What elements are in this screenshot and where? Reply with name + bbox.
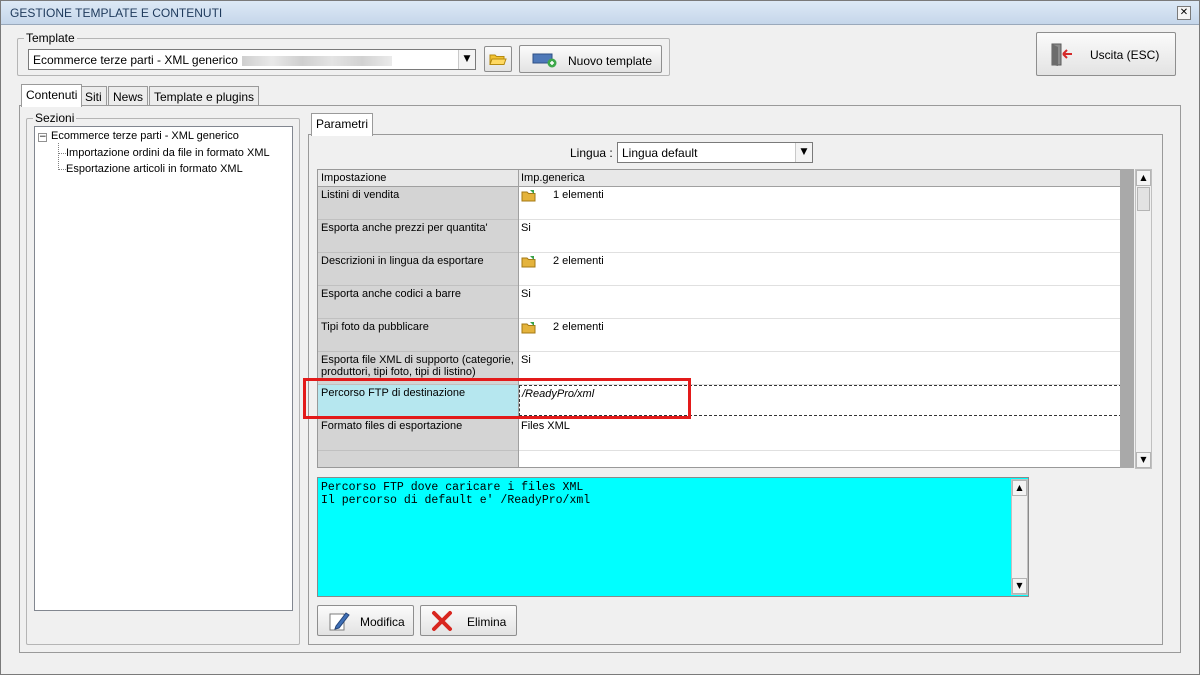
template-group-legend: Template — [24, 31, 77, 45]
grid-row-name[interactable]: Descrizioni in lingua da esportare — [318, 253, 518, 286]
sections-legend: Sezioni — [33, 111, 77, 125]
folder-icon — [521, 190, 536, 202]
delete-button[interactable]: Elimina — [420, 605, 517, 636]
chevron-down-icon[interactable]: ▼ — [458, 50, 475, 69]
grid-row-value[interactable]: Si — [519, 220, 1121, 253]
grid-row-name[interactable]: Esporta anche codici a barre — [318, 286, 518, 319]
grid-row-value[interactable]: 2 elementi — [519, 319, 1121, 352]
add-icon — [532, 53, 557, 68]
tab-template-plugins[interactable]: Template e plugins — [149, 86, 260, 106]
scroll-up-icon[interactable]: ▲ — [1136, 170, 1151, 186]
template-select-value: Ecommerce terze parti - XML generico — [33, 53, 238, 67]
description-line: Percorso FTP dove caricare i files XML — [321, 481, 584, 494]
settings-grid: Impostazione Imp.generica Listini di ven… — [317, 169, 1122, 468]
params-tabs: Parametri — [311, 113, 391, 136]
tree-item-import-orders[interactable]: Importazione ordini da file in formato X… — [66, 147, 270, 159]
exit-door-icon — [1051, 43, 1072, 66]
delete-label: Elimina — [467, 615, 507, 629]
edit-button[interactable]: Modifica — [317, 605, 414, 636]
grid-row-value[interactable]: 1 elementi — [519, 187, 1121, 220]
grid-right-band — [1120, 169, 1134, 468]
tab-siti[interactable]: Siti — [80, 86, 107, 106]
highlight-box — [303, 378, 691, 419]
title-bar: GESTIONE TEMPLATE E CONTENUTI ✕ — [1, 1, 1199, 25]
description-box[interactable]: Percorso FTP dove caricare i files XML I… — [317, 477, 1029, 597]
exit-label: Uscita (ESC) — [1090, 48, 1160, 62]
grid-row-empty — [318, 451, 518, 467]
folder-icon — [521, 322, 536, 334]
sections-tree[interactable]: − Ecommerce terze parti - XML generico I… — [34, 126, 293, 611]
tab-parametri[interactable]: Parametri — [311, 113, 374, 136]
folder-icon — [521, 256, 536, 268]
header-value: Imp.generica — [521, 172, 585, 184]
grid-row-name[interactable]: Esporta anche prezzi per quantita' — [318, 220, 518, 253]
close-icon: ✕ — [1179, 7, 1189, 18]
tab-contenuti[interactable]: Contenuti — [21, 84, 83, 107]
exit-button[interactable]: Uscita (ESC) — [1036, 32, 1176, 76]
chevron-down-icon[interactable]: ▼ — [795, 143, 812, 162]
redacted-text — [241, 55, 392, 66]
grid-row-value[interactable]: Files XML — [519, 418, 1121, 451]
column-divider — [518, 170, 519, 467]
open-folder-button[interactable] — [484, 46, 512, 72]
main-window: GESTIONE TEMPLATE E CONTENUTI ✕ Template… — [0, 0, 1200, 675]
new-template-button[interactable]: Nuovo template — [519, 45, 662, 73]
header-setting: Impostazione — [321, 172, 387, 184]
language-select[interactable]: Lingua default ▼ — [617, 142, 813, 163]
grid-row-value[interactable]: Si — [519, 286, 1121, 319]
grid-row-value[interactable]: 2 elementi — [519, 253, 1121, 286]
grid-row-name[interactable]: Listini di vendita — [318, 187, 518, 220]
grid-scrollbar[interactable]: ▲ ▼ — [1135, 169, 1152, 469]
grid-header: Impostazione Imp.generica — [318, 170, 1121, 187]
edit-pencil-icon — [329, 612, 350, 631]
collapse-icon[interactable]: − — [38, 133, 47, 142]
delete-x-icon — [432, 611, 452, 631]
tab-news[interactable]: News — [108, 86, 149, 106]
template-select[interactable]: Ecommerce terze parti - XML generico ▼ — [28, 49, 476, 70]
edit-label: Modifica — [360, 615, 405, 629]
folder-open-icon — [489, 54, 507, 65]
scroll-down-icon[interactable]: ▼ — [1136, 452, 1151, 468]
grid-row-name[interactable]: Tipi foto da pubblicare — [318, 319, 518, 352]
description-scrollbar[interactable]: ▲ ▼ — [1011, 479, 1028, 595]
grid-row-name[interactable]: Formato files di esportazione — [318, 418, 518, 451]
language-select-value: Lingua default — [622, 146, 698, 160]
tree-item-export-articles[interactable]: Esportazione articoli in formato XML — [66, 163, 243, 175]
scroll-down-icon[interactable]: ▼ — [1012, 578, 1027, 594]
close-button[interactable]: ✕ — [1177, 6, 1191, 20]
main-tabs: Contenuti Siti News Template e plugins — [21, 84, 261, 107]
window-title: GESTIONE TEMPLATE E CONTENUTI — [10, 6, 223, 20]
tree-item-root[interactable]: Ecommerce terze parti - XML generico — [51, 130, 239, 142]
scroll-up-icon[interactable]: ▲ — [1012, 480, 1027, 496]
scroll-thumb[interactable] — [1137, 187, 1150, 211]
new-template-label: Nuovo template — [568, 54, 653, 68]
description-line: Il percorso di default e' /ReadyPro/xml — [321, 494, 591, 507]
language-label: Lingua : — [570, 146, 613, 160]
